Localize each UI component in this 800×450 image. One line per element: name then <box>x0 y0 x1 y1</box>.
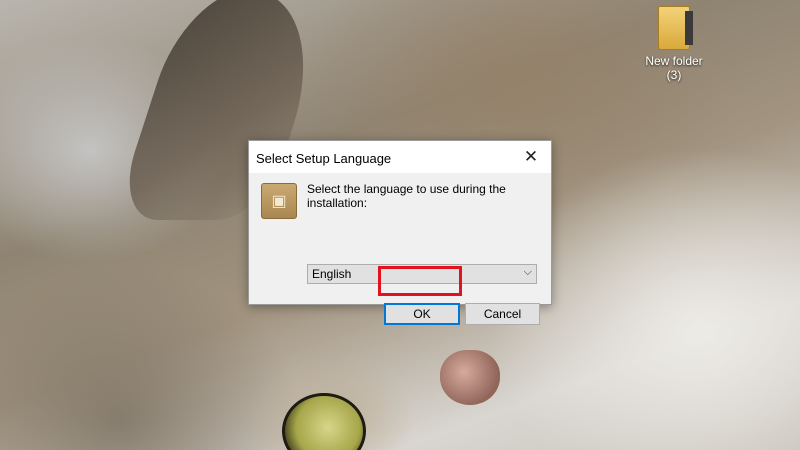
language-select-value: English <box>312 267 352 281</box>
installer-box-icon: ▣ <box>261 183 297 219</box>
close-button[interactable]: ✕ <box>511 141 551 173</box>
cancel-button[interactable]: Cancel <box>465 303 540 325</box>
desktop: New folder (3) Select Setup Language ✕ ▣… <box>0 0 800 450</box>
setup-language-dialog: Select Setup Language ✕ ▣ Select the lan… <box>248 140 552 325</box>
close-icon: ✕ <box>523 147 539 166</box>
dialog-body: ▣ Select the language to use during the … <box>249 173 551 325</box>
wallpaper-cat-nose <box>440 350 500 405</box>
folder-name-line1: New folder <box>645 54 703 68</box>
language-prompt: Select the language to use during the in… <box>307 182 506 210</box>
dialog-titlebar[interactable]: Select Setup Language ✕ <box>249 141 551 173</box>
ok-button[interactable]: OK <box>384 303 460 325</box>
desktop-folder-new-folder-3[interactable]: New folder (3) <box>638 6 710 82</box>
wallpaper-cat-eye <box>282 393 366 450</box>
chevron-down-icon: ⌵ <box>523 266 532 278</box>
dialog-title: Select Setup Language <box>256 151 392 166</box>
folder-icon <box>658 6 693 50</box>
folder-name-line2: (3) <box>666 68 682 82</box>
language-select[interactable]: English ⌵ <box>307 264 537 284</box>
